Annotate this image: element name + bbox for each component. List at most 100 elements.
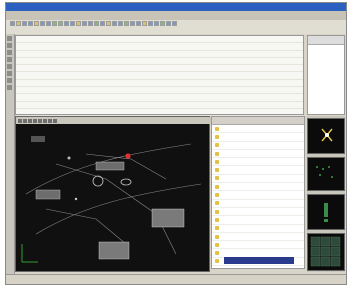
property-row[interactable] [212, 233, 304, 242]
cut-icon[interactable] [34, 21, 39, 26]
property-row[interactable] [212, 150, 304, 159]
property-icon [215, 201, 219, 206]
export-icon[interactable] [136, 21, 141, 26]
table-row[interactable] [16, 80, 303, 88]
property-row[interactable] [212, 191, 304, 200]
circle-icon[interactable] [7, 64, 12, 69]
rotate-icon[interactable] [88, 21, 93, 26]
property-row[interactable] [212, 225, 304, 233]
property-row[interactable] [212, 241, 304, 250]
chart-icon[interactable] [160, 21, 165, 26]
preview-glyph [324, 203, 328, 222]
zoom-out-icon[interactable] [70, 21, 75, 26]
window-icon[interactable] [172, 21, 177, 26]
filter-icon[interactable] [118, 21, 123, 26]
label-box [95, 161, 125, 171]
eraser-icon[interactable] [7, 78, 12, 83]
paste-icon[interactable] [46, 21, 51, 26]
table-row[interactable] [16, 43, 303, 51]
layer-icon[interactable] [100, 21, 105, 26]
property-icon [215, 226, 219, 231]
hand-icon[interactable] [7, 43, 12, 48]
save-icon[interactable] [22, 21, 27, 26]
property-row[interactable] [212, 142, 304, 150]
preview-glyph [316, 166, 333, 178]
preview-thumbnail[interactable] [307, 118, 345, 154]
view-select-icon[interactable] [38, 118, 42, 123]
zoom-in-icon[interactable] [64, 21, 69, 26]
property-row[interactable] [212, 125, 304, 134]
table-row[interactable] [16, 102, 303, 109]
property-row[interactable] [212, 166, 304, 175]
tools-icon[interactable] [154, 21, 159, 26]
view-pan-icon[interactable] [23, 118, 27, 123]
label-box [35, 189, 61, 200]
table-row[interactable] [16, 36, 303, 44]
property-icon [215, 193, 219, 198]
view-grid-icon[interactable] [48, 118, 52, 123]
measure-icon[interactable] [148, 21, 153, 26]
node-icon[interactable] [7, 85, 12, 90]
select-icon[interactable] [76, 21, 81, 26]
preview-thumbnail[interactable] [307, 194, 345, 230]
view-fit-icon[interactable] [28, 118, 32, 123]
draw-icon[interactable] [7, 50, 12, 55]
view-measure-icon[interactable] [53, 118, 57, 123]
table-row[interactable] [16, 51, 303, 58]
view-zoom-icon[interactable] [18, 118, 22, 123]
graphics-viewport[interactable] [15, 116, 211, 272]
move-icon[interactable] [82, 21, 87, 26]
line-icon[interactable] [7, 57, 12, 62]
property-icon [215, 242, 219, 247]
property-row[interactable] [212, 200, 304, 208]
preview-thumbnail[interactable] [307, 233, 345, 271]
pointer-icon[interactable] [7, 36, 12, 41]
stop-icon[interactable] [130, 21, 135, 26]
property-icon [215, 251, 219, 256]
properties-footer-button[interactable] [224, 257, 294, 264]
grid-icon[interactable] [94, 21, 99, 26]
title-bar[interactable] [6, 3, 346, 11]
table-row[interactable] [16, 65, 303, 73]
settings-icon[interactable] [106, 21, 111, 26]
open-icon[interactable] [16, 21, 21, 26]
table-row[interactable] [16, 58, 303, 66]
table-row[interactable] [16, 72, 303, 80]
property-row[interactable] [212, 266, 304, 268]
property-icon [215, 176, 219, 181]
import-icon[interactable] [142, 21, 147, 26]
table-row[interactable] [16, 94, 303, 102]
menu-bar [6, 11, 346, 20]
table-icon[interactable] [166, 21, 171, 26]
property-icon [215, 217, 219, 222]
property-icon [215, 209, 219, 214]
property-row[interactable] [212, 175, 304, 184]
property-icon [215, 126, 219, 131]
node-point [74, 197, 78, 201]
view-rotate-icon[interactable] [33, 118, 37, 123]
redo-icon[interactable] [58, 21, 63, 26]
left-tool-strip [6, 34, 15, 274]
run-icon[interactable] [124, 21, 129, 26]
connection-line [45, 208, 127, 245]
label-box [98, 241, 130, 260]
viewport-toolbar [16, 117, 211, 124]
preview-thumbnail[interactable] [307, 157, 345, 191]
undo-icon[interactable] [52, 21, 57, 26]
new-icon[interactable] [10, 21, 15, 26]
properties-panel [211, 116, 305, 269]
property-row[interactable] [212, 133, 304, 142]
network-canvas[interactable] [16, 124, 209, 271]
view-layers-icon[interactable] [43, 118, 47, 123]
property-icon [215, 234, 219, 239]
property-row[interactable] [212, 183, 304, 192]
print-icon[interactable] [28, 21, 33, 26]
copy-icon[interactable] [40, 21, 45, 26]
property-row[interactable] [212, 216, 304, 225]
property-row[interactable] [212, 208, 304, 217]
help-icon[interactable] [112, 21, 117, 26]
property-row[interactable] [212, 158, 304, 167]
table-row[interactable] [16, 87, 303, 95]
text-icon[interactable] [7, 71, 12, 76]
status-bar [6, 274, 346, 284]
